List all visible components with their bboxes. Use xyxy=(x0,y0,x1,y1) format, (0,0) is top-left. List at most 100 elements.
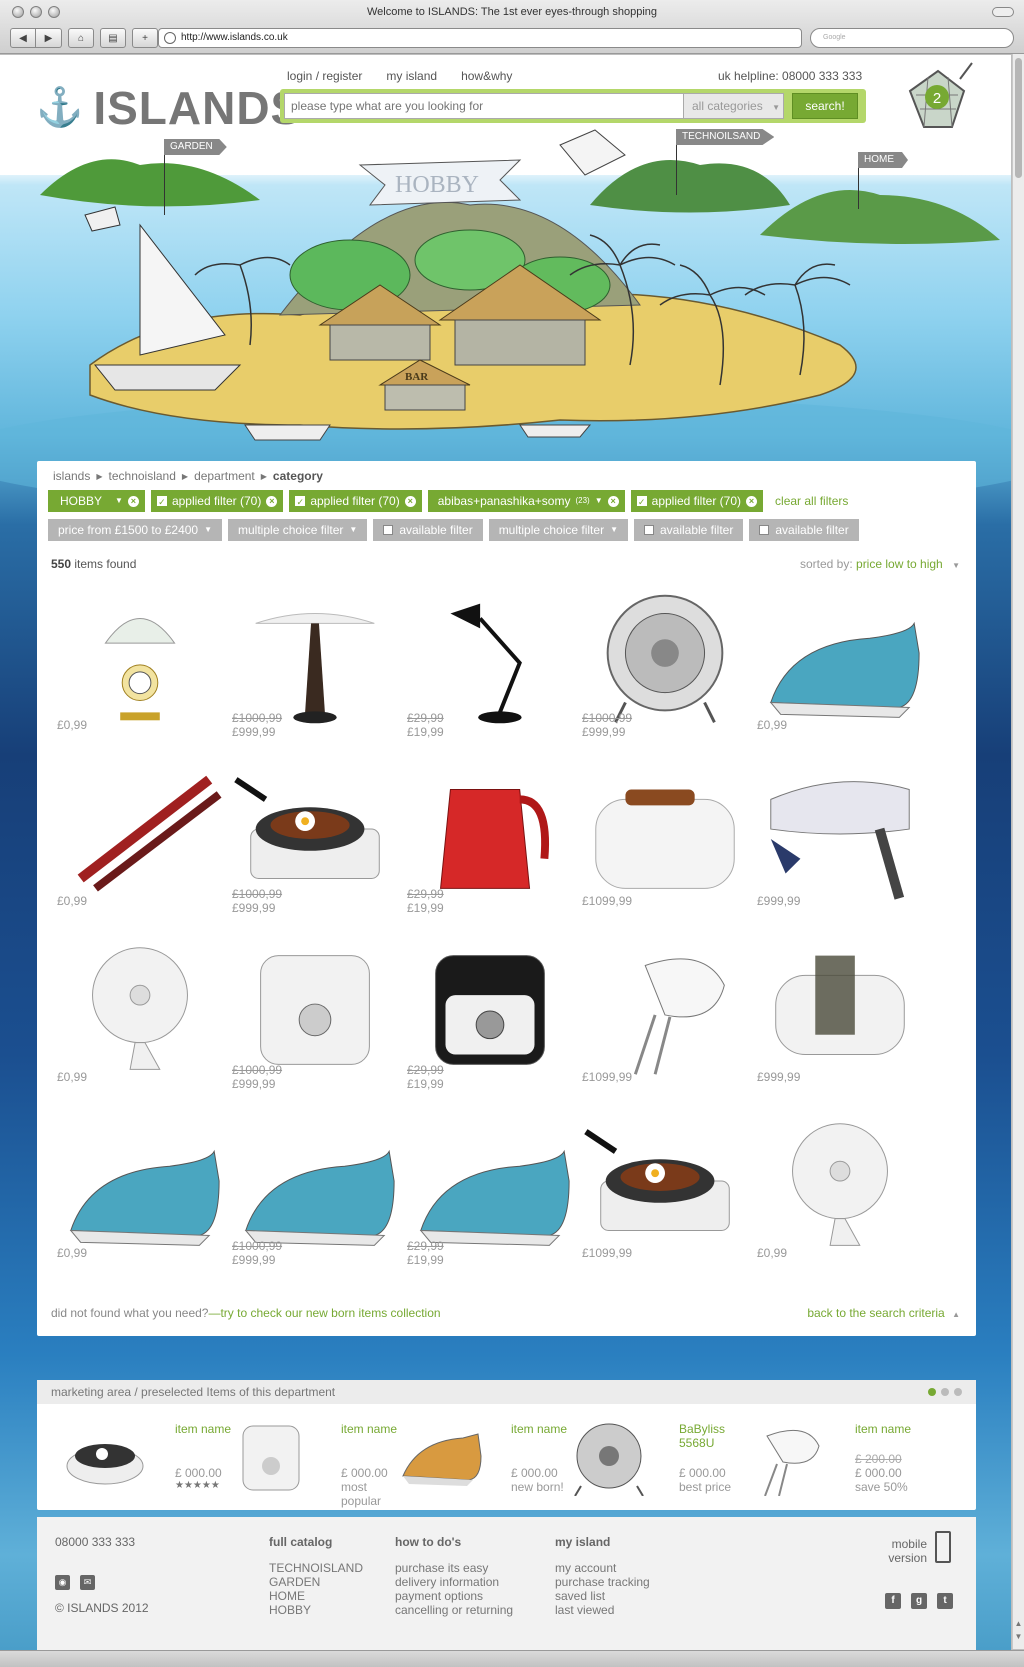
checkbox-checked-icon[interactable]: ✓ xyxy=(156,496,167,507)
product-tile[interactable]: £999,99 xyxy=(751,759,929,929)
checkbox-checked-icon[interactable]: ✓ xyxy=(295,496,306,507)
product-tile[interactable]: £1000,99 £999,99 xyxy=(226,583,404,753)
marketing-item[interactable]: item name £ 000.00 most popular xyxy=(223,1410,403,1508)
checkbox-checked-icon[interactable]: ✓ xyxy=(636,496,647,507)
remove-filter-icon[interactable]: × xyxy=(127,495,139,507)
footer-link[interactable]: HOBBY xyxy=(269,1603,363,1617)
mobile-phone-icon[interactable] xyxy=(935,1531,951,1563)
print-button[interactable]: ▤ xyxy=(100,28,126,48)
footer-link[interactable]: purchase tracking xyxy=(555,1575,650,1589)
marketing-item-image[interactable] xyxy=(561,1416,657,1496)
product-tile[interactable]: £0,99 xyxy=(51,759,229,929)
carousel-dot[interactable] xyxy=(941,1388,949,1396)
forward-button[interactable]: ▶ xyxy=(36,28,62,48)
product-tile[interactable]: £0,99 xyxy=(751,583,929,753)
island-flag-home[interactable]: HOME xyxy=(858,152,908,168)
filter-chip-applied-1[interactable]: ✓ applied filter (70) × xyxy=(150,490,284,512)
island-flag-technoisland[interactable]: TECHNOILSAND xyxy=(676,129,775,145)
new-born-items-link[interactable]: —try to check our new born items collect… xyxy=(208,1306,440,1320)
product-tile[interactable]: £1000,99 £999,99 xyxy=(226,759,404,929)
steam-iron-icon[interactable] xyxy=(51,1111,229,1261)
home-island[interactable] xyxy=(760,190,1000,244)
filter-chip-brands[interactable]: abibas+panashika+somy (23) ▼ × xyxy=(427,490,625,512)
product-tile[interactable]: £1000,99 £999,99 xyxy=(576,583,754,753)
back-button[interactable]: ◀ xyxy=(10,28,36,48)
add-bookmark-button[interactable]: + xyxy=(132,28,158,48)
remove-filter-icon[interactable]: × xyxy=(404,495,416,507)
islands-logo[interactable]: ⚓ ISLANDS xyxy=(36,85,302,131)
product-tile[interactable]: £1000,99 £999,99 xyxy=(226,1111,404,1281)
toolbar-toggle-button[interactable] xyxy=(992,7,1014,17)
remove-filter-icon[interactable]: × xyxy=(746,495,758,507)
product-tile[interactable]: £29,99 £19,99 xyxy=(401,1111,579,1281)
product-tile[interactable]: £29,99 £19,99 xyxy=(401,759,579,929)
footer-link[interactable]: my account xyxy=(555,1561,650,1575)
marketing-item[interactable]: BaByliss 5568U £ 000.00 best price xyxy=(561,1410,741,1505)
product-tile[interactable]: £0,99 xyxy=(51,583,229,753)
product-tile[interactable]: £0,99 xyxy=(751,1111,929,1281)
scroll-up-arrow-icon[interactable]: ▲ xyxy=(1014,1619,1023,1628)
toaster-icon[interactable] xyxy=(576,759,754,909)
garden-island[interactable] xyxy=(40,159,260,207)
product-tile[interactable]: £29,99 £19,99 xyxy=(401,583,579,753)
table-fan-icon[interactable] xyxy=(51,935,229,1085)
product-tile[interactable]: £1099,99 xyxy=(576,1111,754,1281)
footer-link[interactable]: GARDEN xyxy=(269,1575,363,1589)
scrollbar-thumb[interactable] xyxy=(1015,58,1022,178)
footer-link[interactable]: saved list xyxy=(555,1589,650,1603)
product-tile[interactable]: £1000,99 £999,99 xyxy=(226,935,404,1105)
marketing-item-image[interactable] xyxy=(737,1416,833,1496)
product-tile[interactable]: £0,99 xyxy=(51,1111,229,1281)
checkbox-empty-icon[interactable] xyxy=(759,525,770,535)
product-tile[interactable]: £0,99 xyxy=(51,935,229,1105)
multiple-choice-filter-1[interactable]: multiple choice filter ▼ xyxy=(228,519,368,541)
google-plus-icon[interactable]: g xyxy=(911,1593,927,1609)
search-input[interactable] xyxy=(284,93,684,119)
footer-link[interactable]: delivery information xyxy=(395,1575,513,1589)
available-filter-1[interactable]: available filter xyxy=(373,519,483,541)
marketing-item[interactable]: item name £ 000.00 ★★★★★ xyxy=(57,1410,237,1505)
search-button[interactable]: search! xyxy=(792,93,858,119)
breadcrumb-department[interactable]: department xyxy=(194,469,255,483)
marketing-item-image[interactable] xyxy=(223,1416,319,1496)
marketing-item-name[interactable]: BaByliss 5568U xyxy=(679,1422,741,1450)
marketing-item[interactable]: item name £ 000.00 new born! xyxy=(393,1410,573,1505)
sort-dropdown[interactable]: sorted by: price low to high ▼ xyxy=(800,557,960,571)
mail-icon[interactable]: ✉ xyxy=(80,1575,95,1590)
footer-link[interactable]: payment options xyxy=(395,1589,513,1603)
steam-iron-icon[interactable] xyxy=(751,583,929,733)
cart-net-button[interactable]: 2 xyxy=(902,61,974,135)
price-filter-dropdown[interactable]: price from £1500 to £2400 ▼ xyxy=(48,519,223,541)
vertical-scrollbar[interactable]: ▲ ▼ xyxy=(1012,54,1024,1649)
browser-search-field[interactable]: Google xyxy=(810,28,1014,48)
carousel-dot[interactable] xyxy=(954,1388,962,1396)
table-lamp-icon[interactable] xyxy=(51,583,229,733)
product-tile[interactable]: £29,99 £19,99 xyxy=(401,935,579,1105)
footer-link[interactable]: last viewed xyxy=(555,1603,650,1617)
rss-icon[interactable]: ◉ xyxy=(55,1575,70,1590)
nav-how-why[interactable]: how&why xyxy=(461,69,512,83)
facebook-icon[interactable]: f xyxy=(885,1593,901,1609)
marketing-item-name[interactable]: item name xyxy=(855,1422,917,1436)
footer-link[interactable]: TECHNOISLAND xyxy=(269,1561,363,1575)
hair-dryer-icon[interactable] xyxy=(751,759,929,909)
home-button[interactable]: ⌂ xyxy=(68,28,94,48)
remove-filter-icon[interactable]: × xyxy=(266,495,278,507)
carousel-dot[interactable] xyxy=(928,1388,936,1396)
filter-chip-applied-3[interactable]: ✓ applied filter (70) × xyxy=(630,490,764,512)
nav-my-island[interactable]: my island xyxy=(386,69,437,83)
marketing-item-image[interactable] xyxy=(393,1416,489,1496)
marketing-item[interactable]: item name £ 200.00 £ 000.00 save 50% xyxy=(737,1410,917,1505)
breadcrumb-islands[interactable]: islands xyxy=(53,469,90,483)
marketing-item-image[interactable] xyxy=(57,1416,153,1496)
nav-login-register[interactable]: login / register xyxy=(287,69,362,83)
breadcrumb-technoisland[interactable]: technoisland xyxy=(109,469,176,483)
table-fan-icon[interactable] xyxy=(751,1111,929,1261)
footer-link[interactable]: HOME xyxy=(269,1589,363,1603)
clear-all-filters-link[interactable]: clear all filters xyxy=(775,494,848,508)
available-filter-3[interactable]: available filter xyxy=(749,519,859,541)
back-to-search-link[interactable]: back to the search criteria ▲ xyxy=(807,1306,960,1320)
hair-straightener-icon[interactable] xyxy=(51,759,229,909)
filter-chip-hobby[interactable]: HOBBY ▼ × xyxy=(48,490,145,512)
multiple-choice-filter-2[interactable]: multiple choice filter ▼ xyxy=(488,519,628,541)
